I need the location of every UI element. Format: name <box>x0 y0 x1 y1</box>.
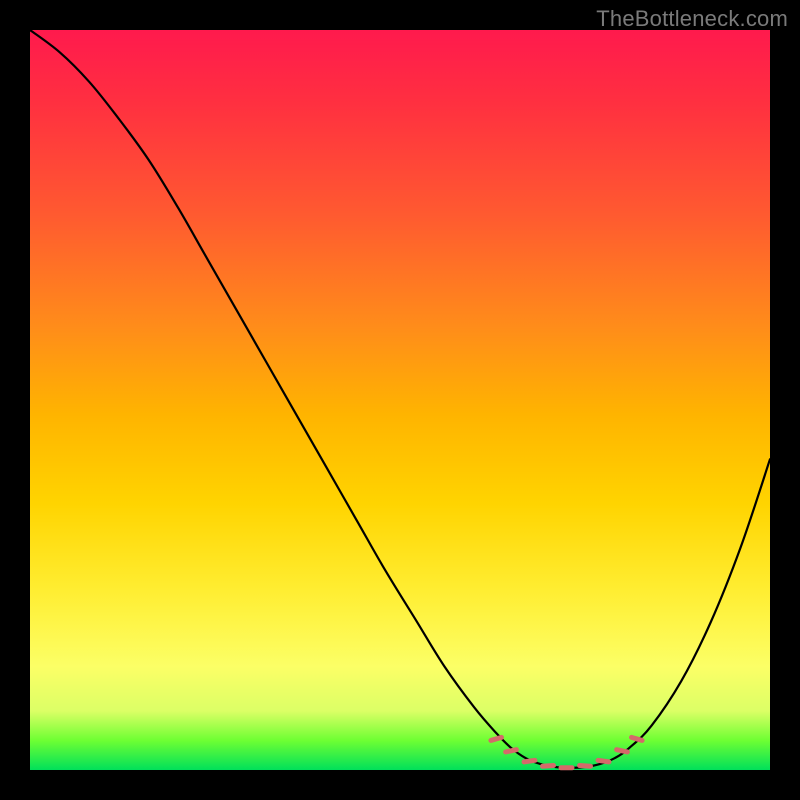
curve-layer <box>30 30 770 770</box>
optimal-marker <box>524 760 535 762</box>
optimal-marker <box>580 766 591 767</box>
optimal-marker <box>543 766 554 767</box>
optimal-marker <box>506 750 517 752</box>
optimal-range-markers <box>491 737 642 767</box>
plot-area <box>30 30 770 770</box>
chart-frame: TheBottleneck.com <box>0 0 800 800</box>
bottleneck-curve <box>30 30 770 768</box>
watermark-text: TheBottleneck.com <box>596 6 788 32</box>
optimal-marker <box>632 737 643 740</box>
optimal-marker <box>617 750 628 752</box>
optimal-marker <box>598 760 609 762</box>
optimal-marker <box>491 737 502 740</box>
